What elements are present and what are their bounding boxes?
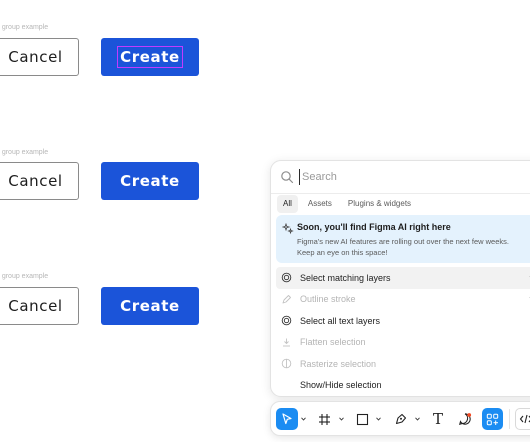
cancel-button[interactable]: Cancel [0, 287, 79, 325]
dev-mode-toggle[interactable] [515, 408, 530, 430]
banner-body: Figma's new AI features are rolling out … [297, 237, 509, 257]
actions-tool[interactable] [482, 408, 503, 430]
create-button-label: Create [120, 297, 180, 315]
tab-plugins-widgets[interactable]: Plugins & widgets [342, 195, 417, 213]
quick-actions-list: Select matching layers ⌥⌘ Outline stroke… [276, 267, 530, 396]
cancel-button-label: Cancel [8, 297, 63, 315]
cancel-button[interactable]: Cancel [0, 38, 79, 76]
search-icon [281, 171, 294, 184]
menu-item-rasterize-selection[interactable]: Rasterize selection [276, 353, 530, 375]
create-button[interactable]: Create [101, 162, 199, 200]
tab-bar: All Assets Plugins & widgets [277, 195, 417, 213]
menu-item-outline-stroke[interactable]: Outline stroke ⌥⌘ [276, 289, 530, 311]
frame-icon [318, 413, 330, 425]
create-button[interactable]: Create [101, 38, 199, 76]
pen-tool[interactable] [392, 408, 410, 430]
menu-item-select-all-text-layers[interactable]: Select all text layers [276, 310, 530, 332]
cancel-button[interactable]: Cancel [0, 162, 79, 200]
menu-item-label: Show/Hide selection [300, 380, 382, 391]
rectangle-icon [356, 413, 368, 425]
sparkle-icon [282, 223, 294, 235]
tab-all[interactable]: All [277, 195, 298, 213]
pen-icon [282, 294, 291, 303]
group-label: n group example [0, 149, 49, 156]
search-input[interactable] [299, 169, 530, 185]
move-tool[interactable] [276, 408, 298, 430]
menu-item-label: Rasterize selection [300, 358, 377, 369]
create-button-label: Create [120, 172, 180, 190]
menu-item-label: Select all text layers [300, 315, 381, 326]
code-icon [519, 414, 530, 424]
flatten-icon [283, 338, 290, 346]
rasterize-icon [281, 358, 292, 369]
create-button[interactable]: Create [101, 287, 199, 325]
search-bar [271, 161, 530, 194]
ai-notice-banner: Soon, you'll find Figma AI right here Fi… [276, 215, 530, 263]
target-icon [281, 315, 292, 326]
cancel-button-label: Cancel [8, 172, 63, 190]
menu-item-show-hide-selection[interactable]: Show/Hide selection ⇧⌘ [276, 375, 530, 397]
text-tool[interactable]: T [429, 408, 447, 430]
group-label: n group example [0, 24, 49, 31]
tab-assets[interactable]: Assets [302, 195, 338, 213]
menu-item-label: Flatten selection [300, 337, 366, 348]
menu-item-select-matching-layers[interactable]: Select matching layers ⌥⌘ [276, 267, 530, 289]
comment-icon [459, 413, 472, 425]
banner-title: Soon, you'll find Figma AI right here [297, 222, 451, 232]
chevron-down-icon[interactable] [301, 417, 306, 421]
shape-tool[interactable] [353, 408, 371, 430]
menu-item-flatten-selection[interactable]: Flatten selection [276, 332, 530, 354]
target-icon [281, 272, 292, 283]
chevron-down-icon[interactable] [415, 417, 420, 421]
text-icon: T [432, 410, 443, 428]
actions-icon [486, 413, 499, 425]
comment-tool[interactable] [456, 408, 474, 430]
quick-actions-panel: All Assets Plugins & widgets Soon, you'l… [270, 160, 530, 397]
chevron-down-icon[interactable] [376, 417, 381, 421]
chevron-down-icon[interactable] [339, 417, 344, 421]
menu-item-label: Outline stroke [300, 294, 356, 305]
menu-item-label: Select matching layers [300, 272, 391, 283]
group-label: n group example [0, 273, 49, 280]
bottom-toolbar: T [270, 401, 530, 436]
pen-icon [395, 413, 407, 425]
cancel-button-label: Cancel [8, 48, 63, 66]
toolbar-divider [509, 409, 510, 429]
frame-tool[interactable] [315, 408, 333, 430]
cursor-icon [282, 413, 292, 425]
create-button-label[interactable]: Create [117, 46, 183, 68]
